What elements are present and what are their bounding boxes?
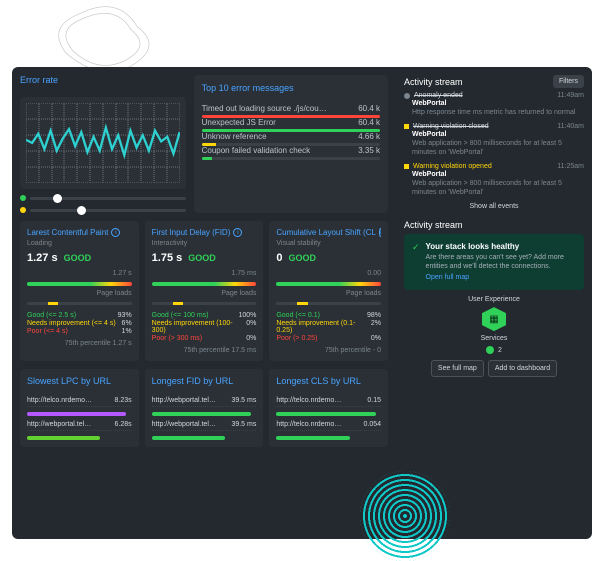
slider-dot-icon: [20, 207, 26, 213]
ux-label: User Experience: [468, 296, 520, 303]
healthy-head: Your stack looks healthy: [426, 242, 520, 251]
info-icon[interactable]: i: [233, 228, 242, 237]
add-to-dashboard-button[interactable]: Add to dashboard: [488, 360, 557, 377]
service-count: 2: [498, 347, 502, 354]
user-experience-block: User Experience ▦ Services 2: [404, 296, 584, 354]
healthy-banner: ✓ Your stack looks healthy Are there are…: [404, 234, 584, 290]
metric-bar: [276, 282, 381, 286]
error-row[interactable]: Unexpected JS Error60.4 k: [202, 118, 380, 132]
services-label: Services: [481, 335, 508, 342]
url-card: Longest FID by URL http://webportal.tel…3…: [145, 369, 264, 447]
metric-name: Cumulative Layout Shift (CL i: [276, 228, 381, 237]
decorative-blob: [360, 471, 450, 561]
event-row[interactable]: Warning violation opened 11:25am WebPort…: [404, 163, 584, 197]
event-square-icon: [404, 124, 409, 129]
url-card: Slowest LPC by URL http://telco.nrdemo…8.…: [20, 369, 139, 447]
slider-dot-icon: [20, 195, 26, 201]
error-row[interactable]: Coupon failed validation check3.35 k: [202, 146, 380, 160]
metric-card: Cumulative Layout Shift (CL i Visual sta…: [269, 221, 388, 361]
url-row[interactable]: http://webportal.tel…39.5 ms: [152, 421, 257, 431]
url-card: Longest CLS by URL http://telco.nrdemo…0.…: [269, 369, 388, 447]
metric-bar: [152, 282, 257, 286]
event-row[interactable]: Anomaly ended 11:49am WebPortal Http res…: [404, 92, 584, 117]
metric-card: Larest Contentful Paint i Loading 1.27 s…: [20, 221, 139, 361]
top-errors-title: Top 10 error messages: [202, 83, 380, 93]
see-full-map-button[interactable]: See full map: [431, 360, 484, 377]
metric-legend: Good (<= 2.5 s)93%Needs improvement (<= …: [27, 312, 132, 335]
url-card-title: Slowest LPC by URL: [27, 376, 132, 386]
activity-title: Activity stream: [404, 77, 463, 87]
error-rate-chart[interactable]: [20, 97, 186, 189]
open-full-map-link[interactable]: Open full map: [426, 273, 576, 282]
event-dot-icon: [404, 93, 410, 99]
error-row[interactable]: Unknow reference4.66 k: [202, 132, 380, 146]
activity-title-2: Activity stream: [404, 220, 463, 230]
right-column: Activity stream Filters Anomaly ended 11…: [396, 67, 592, 539]
url-row[interactable]: http://webportal.tel…6.28s: [27, 421, 132, 431]
metric-legend: Good (<= 100 ms)100%Needs improvement (1…: [152, 312, 257, 342]
show-all-link[interactable]: Show all events: [404, 203, 584, 210]
error-rate-card: Error rate: [20, 75, 186, 213]
dashboard: Error rate Top 10 error messages Timed o…: [12, 67, 592, 539]
event-square-icon: [404, 164, 409, 169]
info-icon[interactable]: i: [111, 228, 120, 237]
event-row[interactable]: Warning violation closed 11:40am WebPort…: [404, 123, 584, 157]
url-row[interactable]: http://webportal.tel…39.5 ms: [152, 397, 257, 407]
top-errors-card: Top 10 error messages Timed out loading …: [194, 75, 388, 213]
activity-stream-2: Activity stream ✓ Your stack looks healt…: [404, 220, 584, 377]
url-card-title: Longest CLS by URL: [276, 376, 381, 386]
healthy-body: Are there areas you can't see yet? Add m…: [426, 254, 564, 270]
error-row[interactable]: Timed out loading source ./js/cou…60.4 k: [202, 104, 380, 118]
metric-bar: [27, 282, 132, 286]
service-dot-icon: [486, 346, 494, 354]
activity-stream-panel: Activity stream Filters Anomaly ended 11…: [404, 75, 584, 214]
metric-sub: Visual stability: [276, 240, 381, 247]
ux-hex-icon[interactable]: ▦: [482, 307, 506, 331]
metric-legend: Good (<= 0.1)98%Needs improvement (0.1-0…: [276, 312, 381, 342]
slider-1[interactable]: [20, 195, 186, 201]
metric-name: First Input Delay (FID) i: [152, 228, 257, 237]
info-icon[interactable]: i: [379, 228, 381, 237]
metric-name: Larest Contentful Paint i: [27, 228, 132, 237]
error-rate-title: Error rate: [20, 75, 186, 85]
metric-sub: Interactivity: [152, 240, 257, 247]
url-row[interactable]: http://telco.nrdemo…0.054: [276, 421, 381, 431]
url-row[interactable]: http://telco.nrdemo…0.15: [276, 397, 381, 407]
slider-2[interactable]: [20, 207, 186, 213]
check-icon: ✓: [412, 242, 420, 282]
metric-card: First Input Delay (FID) i Interactivity …: [145, 221, 264, 361]
left-column: Error rate Top 10 error messages Timed o…: [12, 67, 396, 539]
url-card-title: Longest FID by URL: [152, 376, 257, 386]
metric-sub: Loading: [27, 240, 132, 247]
url-row[interactable]: http://telco.nrdemo…8.23s: [27, 397, 132, 407]
filters-button[interactable]: Filters: [553, 75, 584, 88]
